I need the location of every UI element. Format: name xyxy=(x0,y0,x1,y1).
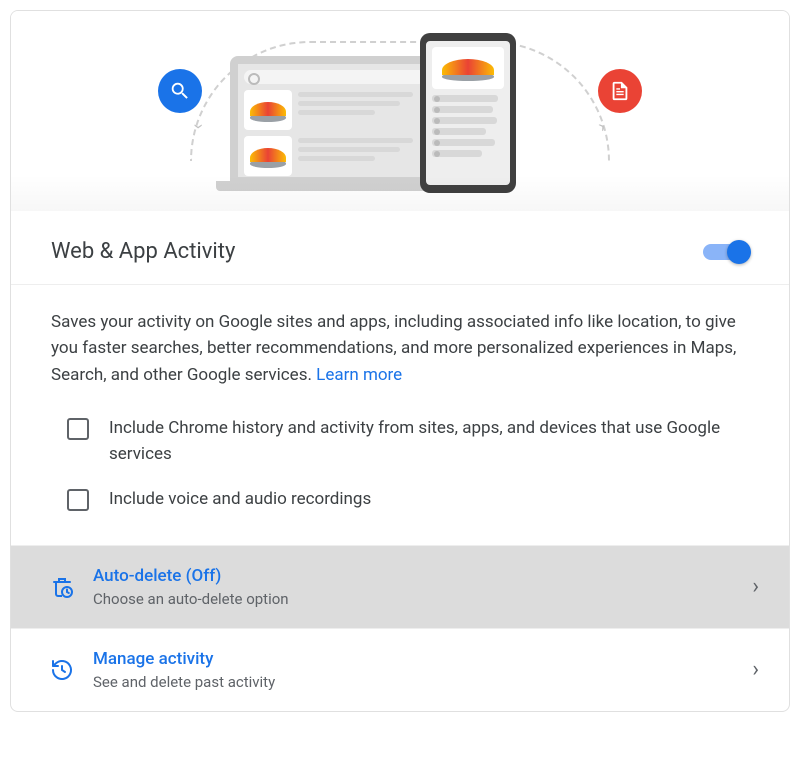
auto-delete-option[interactable]: Auto-delete (Off) Choose an auto-delete … xyxy=(11,545,789,628)
chevron-right-icon: › xyxy=(752,657,759,682)
learn-more-link[interactable]: Learn more xyxy=(316,365,402,385)
history-clock-icon xyxy=(49,657,75,683)
manage-activity-title: Manage activity xyxy=(93,649,734,669)
voice-audio-checkbox[interactable] xyxy=(67,489,89,511)
auto-delete-title: Auto-delete (Off) xyxy=(93,566,734,586)
search-badge-icon xyxy=(158,69,202,113)
arrow-left-icon: › xyxy=(188,124,209,129)
manage-activity-option[interactable]: Manage activity See and delete past acti… xyxy=(11,628,789,711)
activity-settings-card: › › xyxy=(10,10,790,712)
auto-delete-subtitle: Choose an auto-delete option xyxy=(93,590,734,608)
checkbox-row-chrome-history: Include Chrome history and activity from… xyxy=(51,406,749,477)
description-block: Saves your activity on Google sites and … xyxy=(11,285,789,394)
laptop-illustration xyxy=(230,56,440,191)
checkbox-list: Include Chrome history and activity from… xyxy=(11,394,789,545)
page-title: Web & App Activity xyxy=(51,239,235,264)
hero-illustration: › › xyxy=(11,11,789,211)
voice-audio-label: Include voice and audio recordings xyxy=(109,487,371,513)
title-row: Web & App Activity xyxy=(11,211,789,285)
activity-toggle[interactable] xyxy=(703,241,749,263)
manage-activity-subtitle: See and delete past activity xyxy=(93,673,734,691)
document-badge-icon xyxy=(598,69,642,113)
chrome-history-checkbox[interactable] xyxy=(67,418,89,440)
phone-illustration xyxy=(420,33,516,193)
chrome-history-label: Include Chrome history and activity from… xyxy=(109,416,749,467)
trash-clock-icon xyxy=(49,574,75,600)
checkbox-row-voice-audio: Include voice and audio recordings xyxy=(51,477,749,523)
chevron-right-icon: › xyxy=(752,574,759,599)
